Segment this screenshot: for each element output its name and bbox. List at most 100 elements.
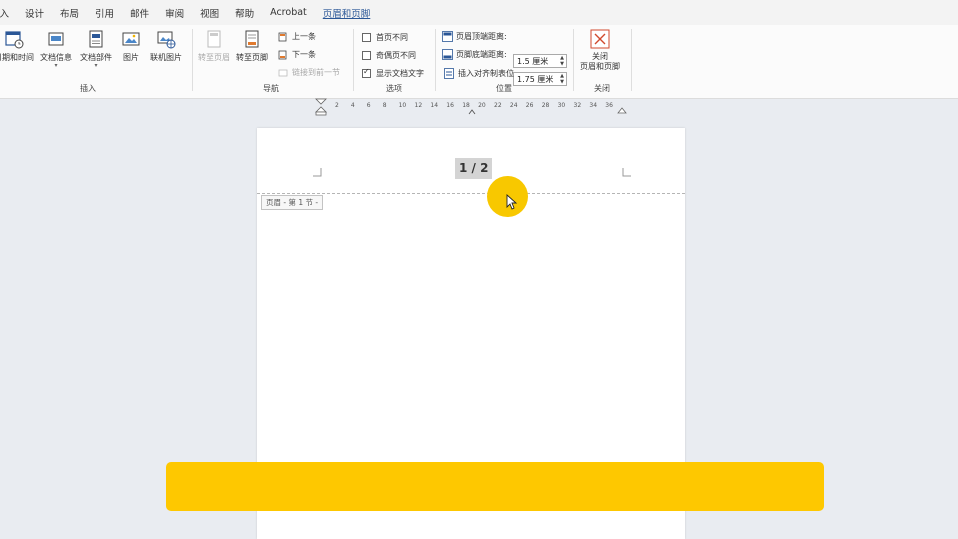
quick-parts-icon	[89, 30, 103, 48]
picture-button[interactable]: 图片	[121, 29, 141, 63]
quick-parts-button[interactable]: 文档部件 ▾	[80, 29, 112, 69]
insert-align-tab-button[interactable]: 插入对齐制表位	[444, 68, 514, 79]
arrow-down-icon	[278, 50, 287, 59]
goto-footer-icon	[245, 30, 259, 48]
online-picture-icon	[157, 31, 176, 49]
doc-info-button[interactable]: 文档信息 ▾	[40, 29, 72, 69]
mouse-pointer-icon	[506, 194, 518, 210]
arrow-up-icon	[278, 32, 287, 41]
group-divider	[435, 29, 436, 91]
close-header-footer-button[interactable]: 关闭 页眉和页脚	[580, 29, 620, 72]
online-picture-label: 联机图片	[150, 53, 182, 62]
footer-from-bottom-input[interactable]: 1.75 厘米 ▲ ▼	[513, 72, 567, 86]
goto-footer-button[interactable]: 转至页脚	[236, 29, 268, 63]
picture-icon	[122, 32, 140, 46]
link-icon	[278, 69, 288, 76]
calendar-clock-icon	[5, 31, 24, 49]
ruler-tick-label: 34	[589, 102, 598, 109]
next-label: 下一条	[292, 50, 316, 59]
header-position-icon	[442, 31, 453, 42]
odd-even-diff-checkbox[interactable]: 奇偶页不同	[362, 50, 416, 61]
prev-label: 上一条	[292, 32, 316, 41]
ruler-tick-label: 2	[335, 102, 339, 109]
header-from-top-row: 页眉顶端距离:	[442, 31, 507, 42]
close-header-footer-label: 关闭 页眉和页脚	[580, 52, 620, 71]
ruler-tick-label: 32	[573, 102, 582, 109]
tab-layout[interactable]: 布局	[52, 6, 87, 20]
ruler-tick-label: 14	[430, 102, 439, 109]
page-number-field[interactable]: 1 / 2	[455, 158, 493, 179]
ruler-tick-label: 6	[366, 102, 371, 109]
checkbox-checked-box	[362, 67, 371, 78]
picture-label: 图片	[123, 53, 139, 62]
goto-header-icon	[207, 30, 221, 48]
insert-align-tab-label: 插入对齐制表位	[458, 69, 514, 78]
goto-header-button[interactable]: 转至页眉	[198, 29, 230, 63]
ruler-tick-label: 12	[414, 102, 423, 109]
goto-footer-label: 转至页脚	[236, 53, 268, 62]
date-time-label: 日期和时间	[0, 53, 34, 62]
footer-from-bottom-label: 页脚底端距离:	[456, 50, 507, 59]
tab-design[interactable]: 设计	[17, 6, 52, 20]
header-from-top-label: 页眉顶端距离:	[456, 32, 507, 41]
right-indent-marker-icon[interactable]	[617, 106, 627, 114]
horizontal-ruler[interactable]: 2 4 6 8 10 12 14 16 18 20 22 24 26 28 30 32 34 36	[313, 98, 629, 116]
nav-group-label: 导航	[263, 84, 279, 93]
odd-even-diff-label: 奇偶页不同	[376, 51, 416, 60]
tab-insert[interactable]: 插入	[0, 6, 17, 20]
insert-group-label: 插入	[80, 84, 96, 93]
footer-position-icon	[442, 49, 453, 60]
chevron-down-icon: ▾	[94, 62, 98, 69]
ruler-tick-label: 26	[525, 102, 534, 109]
tab-mailings[interactable]: 邮件	[122, 6, 157, 20]
group-divider	[353, 29, 354, 91]
ruler-tick-label: 8	[382, 102, 387, 109]
chevron-down-icon: ▾	[54, 62, 58, 69]
group-divider	[573, 29, 574, 91]
show-doc-text-label: 显示文档文字	[376, 69, 424, 78]
tab-header-footer[interactable]: 页眉和页脚	[315, 6, 379, 20]
header-from-top-value: 1.5 厘米	[517, 57, 549, 66]
doc-info-icon	[48, 32, 64, 46]
prev-button[interactable]: 上一条	[278, 31, 316, 42]
tab-help[interactable]: 帮助	[227, 6, 262, 20]
goto-header-label: 转至页眉	[198, 53, 230, 62]
first-page-diff-label: 首页不同	[376, 33, 408, 42]
ruler-tick-label: 30	[557, 102, 566, 109]
footer-from-bottom-row: 页脚底端距离:	[442, 49, 507, 60]
ribbon: 日期和时间 文档信息 ▾ 文档部件 ▾ 图片	[0, 25, 958, 99]
caption-bar	[166, 462, 824, 511]
ruler-tick-label: 10	[398, 102, 407, 109]
online-picture-button[interactable]: 联机图片	[150, 29, 182, 63]
indent-marker-icon[interactable]	[315, 98, 327, 116]
footer-from-bottom-value: 1.75 厘米	[517, 75, 554, 84]
options-group-label: 选项	[386, 84, 402, 93]
ruler-tick-label: 18	[462, 102, 470, 109]
ruler-tick-label: 16	[446, 102, 454, 109]
tab-acrobat[interactable]: Acrobat	[262, 7, 315, 18]
tab-references[interactable]: 引用	[87, 6, 122, 20]
header-section-tag: 页眉 - 第 1 节 -	[261, 195, 324, 210]
spinner-arrows-icon[interactable]: ▲ ▼	[560, 73, 564, 85]
tab-view[interactable]: 视图	[192, 6, 227, 20]
header-boundary-line	[257, 193, 685, 194]
tab-review[interactable]: 审阅	[157, 6, 192, 20]
header-from-top-input[interactable]: 1.5 厘米 ▲ ▼	[513, 54, 567, 68]
next-button[interactable]: 下一条	[278, 49, 316, 60]
ruler-tick-label: 22	[494, 102, 502, 109]
group-divider	[631, 29, 632, 91]
tab-stop-marker-icon[interactable]	[468, 109, 476, 115]
margin-corner-mark	[313, 168, 322, 177]
ruler-tick-label: 36	[605, 102, 613, 109]
date-time-button[interactable]: 日期和时间	[0, 29, 34, 63]
menu-bar: 插入 设计 布局 引用 邮件 审阅 视图 帮助 Acrobat 页眉和页脚	[0, 0, 958, 25]
first-page-diff-checkbox[interactable]: 首页不同	[362, 32, 408, 43]
spinner-arrows-icon[interactable]: ▲ ▼	[560, 55, 564, 67]
group-divider	[192, 29, 193, 91]
link-prev-button[interactable]: 链接到前一节	[278, 67, 340, 78]
show-doc-text-checkbox[interactable]: 显示文档文字	[362, 67, 424, 79]
ruler-tick-label: 20	[478, 102, 486, 109]
checkbox-box	[362, 51, 371, 60]
align-tab-icon	[444, 68, 454, 79]
link-prev-label: 链接到前一节	[292, 68, 340, 77]
